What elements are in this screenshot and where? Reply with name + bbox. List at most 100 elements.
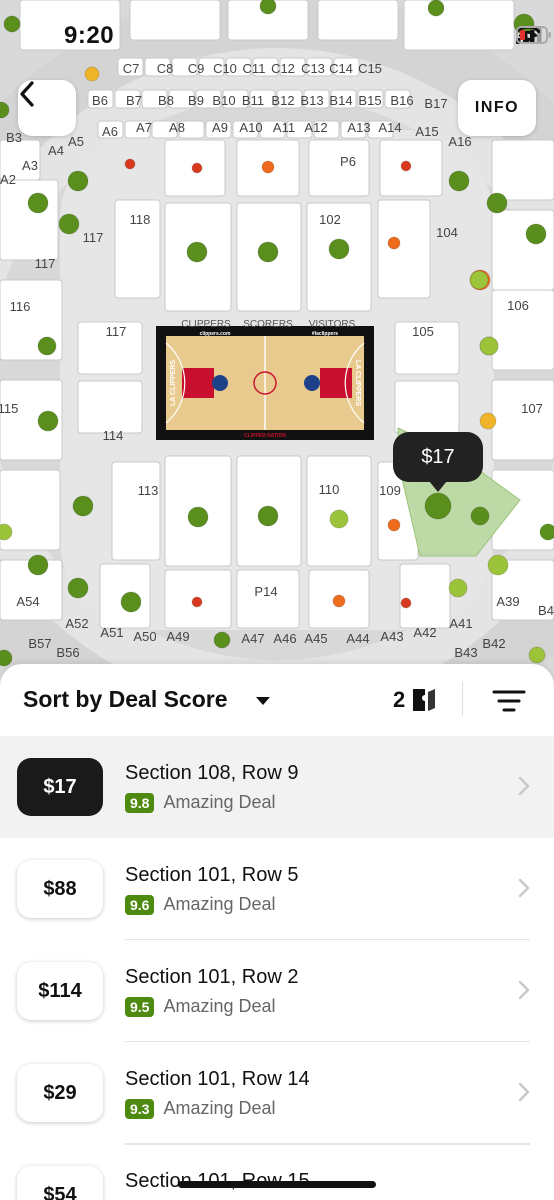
caret-down-icon[interactable] (256, 697, 270, 705)
price-marker[interactable] (186, 241, 208, 263)
listing-row[interactable]: $29 Section 101, Row 14 9.3 Amazing Deal (0, 1042, 554, 1144)
section-label: A49 (166, 629, 189, 644)
section-label: A51 (100, 625, 123, 640)
section-label: A42 (413, 625, 436, 640)
price-marker[interactable] (332, 594, 346, 608)
price-marker[interactable] (213, 631, 231, 649)
price-marker[interactable] (191, 162, 203, 174)
deal-score-badge: 9.5 (125, 996, 155, 1017)
sort-bar: Sort by Deal Score 2 (0, 664, 554, 736)
listing-row[interactable]: $114 Section 101, Row 2 9.5 Amazing Deal (0, 940, 554, 1042)
section-block (0, 179, 59, 261)
price-marker[interactable] (120, 591, 142, 613)
section-label: 117 (83, 230, 104, 245)
listing-section-row: Section 108, Row 9 (125, 762, 299, 784)
listing-price[interactable]: $88 (17, 860, 103, 918)
price-marker[interactable] (37, 336, 57, 356)
price-marker[interactable] (528, 646, 546, 664)
listing-price[interactable]: $114 (17, 962, 103, 1020)
listing-price[interactable]: $29 (17, 1064, 103, 1122)
price-marker[interactable] (27, 554, 49, 576)
section-label: C10 (213, 61, 237, 76)
price-marker[interactable] (261, 160, 275, 174)
section-label: A45 (304, 631, 327, 646)
section-label: B7 (126, 93, 142, 108)
section-label: A7 (136, 120, 152, 135)
price-marker[interactable] (486, 192, 508, 214)
section-block (77, 380, 143, 434)
price-marker[interactable] (257, 505, 279, 527)
price-marker[interactable] (124, 158, 136, 170)
seat-map[interactable]: LA CLIPPERS LA CLIPPERS CLIPPER NATION clip… (0, 0, 554, 690)
section-block (236, 569, 300, 629)
filter-icon[interactable] (490, 686, 528, 716)
price-marker[interactable] (329, 509, 349, 529)
price-marker[interactable] (67, 577, 89, 599)
back-button[interactable] (18, 80, 76, 136)
price-marker[interactable] (479, 336, 499, 356)
deal-score: 9.8 Amazing Deal (125, 792, 276, 813)
ticket-quantity-value: 2 (393, 687, 406, 712)
price-marker[interactable] (27, 192, 49, 214)
price-marker[interactable] (424, 492, 452, 520)
section-label: 106 (507, 298, 529, 313)
price-marker[interactable] (469, 270, 489, 290)
price-marker[interactable] (487, 554, 509, 576)
price-marker[interactable] (0, 523, 13, 541)
court-left-circle (212, 375, 228, 391)
price-marker[interactable] (539, 523, 554, 541)
price-marker[interactable] (448, 170, 470, 192)
price-marker[interactable] (479, 412, 497, 430)
price-marker[interactable] (400, 597, 412, 609)
listing-price[interactable]: $17 (17, 758, 103, 816)
price-marker[interactable] (37, 410, 59, 432)
section-label: A2 (0, 172, 16, 187)
listing-row[interactable]: $17 Section 108, Row 9 9.8 Amazing Deal (0, 736, 554, 838)
deal-label: Amazing Deal (163, 996, 276, 1016)
section-label: C9 (188, 61, 205, 76)
price-marker[interactable] (387, 518, 401, 532)
price-marker[interactable] (67, 170, 89, 192)
section-label: C8 (157, 61, 174, 76)
price-marker[interactable] (387, 236, 401, 250)
section-label: B14 (329, 93, 352, 108)
section-block (111, 461, 161, 561)
price-marker[interactable] (84, 66, 100, 82)
chevron-right-icon (518, 878, 530, 898)
ticket-quantity-selector[interactable]: 2 (393, 686, 437, 714)
section-label: A41 (449, 616, 472, 631)
sort-dropdown-label[interactable]: Sort by Deal Score (23, 686, 228, 713)
status-bar: 9:20 (0, 0, 554, 60)
court-right-label: LA CLIPPERS (354, 360, 361, 406)
listing-row[interactable]: $54 Section 101, Row 15 (0, 1144, 554, 1200)
price-marker[interactable] (58, 213, 80, 235)
listing-row[interactable]: $88 Section 101, Row 5 9.6 Amazing Deal (0, 838, 554, 940)
section-label: A39 (496, 594, 519, 609)
price-marker[interactable] (448, 578, 468, 598)
deal-score: 9.5 Amazing Deal (125, 996, 276, 1017)
section-label: 102 (319, 212, 341, 227)
listing-section-row: Section 101, Row 5 (125, 864, 299, 886)
section-label: A10 (239, 120, 262, 135)
deal-label: Amazing Deal (163, 894, 276, 914)
section-block (491, 379, 554, 461)
price-marker[interactable] (187, 506, 209, 528)
price-marker[interactable] (72, 495, 94, 517)
price-marker[interactable] (470, 506, 490, 526)
price-marker[interactable] (525, 223, 547, 245)
listing-section-row: Section 101, Row 14 (125, 1068, 310, 1090)
listing-price[interactable]: $54 (17, 1166, 103, 1200)
tickets-icon (413, 689, 436, 711)
court-bottom-text: CLIPPER NATION (244, 433, 286, 439)
section-label: A54 (16, 594, 39, 609)
selected-price-tooltip[interactable]: $17 (393, 432, 483, 492)
price-marker[interactable] (400, 160, 412, 172)
section-label: P14 (254, 584, 277, 599)
section-block (377, 199, 431, 299)
deal-label: Amazing Deal (163, 792, 276, 812)
section-label: A6 (102, 124, 118, 139)
price-marker[interactable] (191, 596, 203, 608)
info-button[interactable]: INFO (458, 80, 536, 136)
price-marker[interactable] (257, 241, 279, 263)
price-marker[interactable] (328, 238, 350, 260)
